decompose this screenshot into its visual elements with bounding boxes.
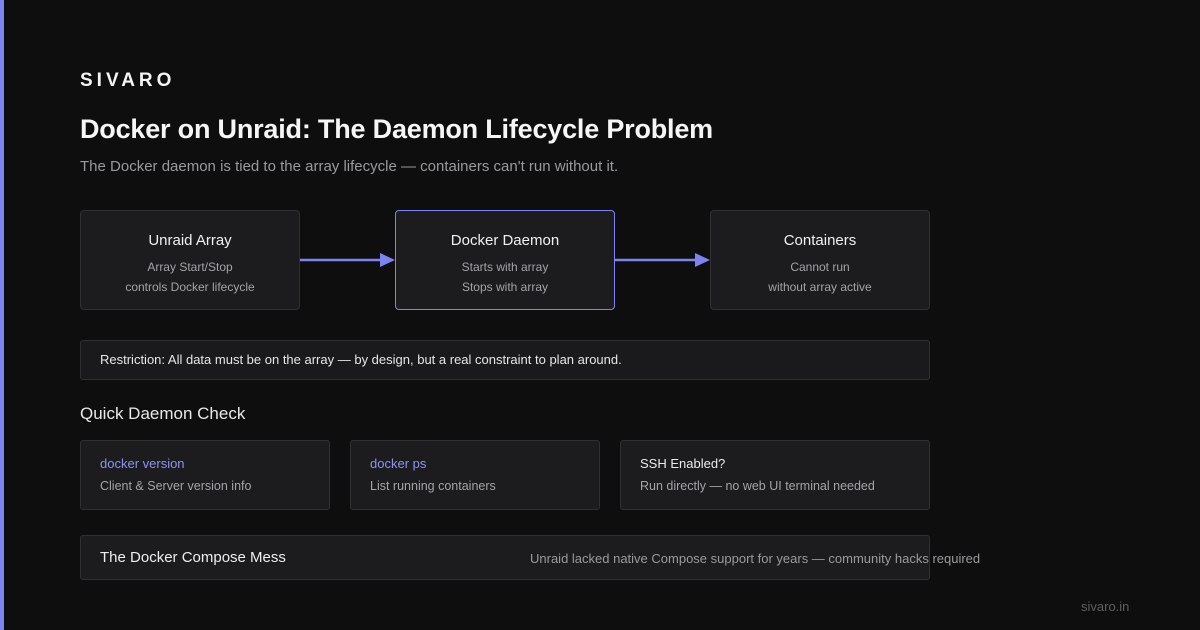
card-description: Run directly — no web UI terminal needed — [640, 479, 875, 493]
node-desc-line: Cannot run — [790, 260, 850, 274]
node-desc-line: Array Start/Stop — [147, 260, 233, 274]
node-description: Array Start/Stop controls Docker lifecyc… — [81, 257, 299, 297]
node-title: Containers — [783, 232, 857, 249]
card-heading: SSH Enabled? — [640, 456, 726, 471]
brand-logo: SIVARO — [80, 70, 176, 91]
command-text: docker version — [100, 456, 185, 471]
flow-node-unraid-array: Unraid Array Array Start/Stop controls D… — [80, 210, 300, 310]
check-card-docker-ps: docker ps List running containers — [350, 440, 600, 510]
node-desc-line: Stops with array — [461, 280, 549, 294]
node-desc-line: Starts with array — [461, 260, 549, 274]
compose-title: The Docker Compose Mess — [100, 549, 286, 566]
node-title: Unraid Array — [148, 232, 232, 249]
flow-arrow-array-to-daemon — [300, 253, 395, 267]
card-description: Client & Server version info — [100, 479, 252, 493]
section-title-daemon-check: Quick Daemon Check — [80, 404, 246, 423]
restriction-callout: Restriction: All data must be on the arr… — [80, 340, 930, 380]
check-card-ssh: SSH Enabled? Run directly — no web UI te… — [620, 440, 930, 510]
flow-node-containers: Containers Cannot run without array acti… — [710, 210, 930, 310]
card-description: List running containers — [370, 479, 496, 493]
page-subtitle: The Docker daemon is tied to the array l… — [80, 158, 619, 175]
page-title: Docker on Unraid: The Daemon Lifecycle P… — [80, 114, 713, 144]
node-desc-line: controls Docker lifecycle — [125, 280, 255, 294]
node-title: Docker Daemon — [450, 232, 560, 249]
flow-node-docker-daemon: Docker Daemon Starts with array Stops wi… — [395, 210, 615, 310]
node-description: Cannot run without array active — [711, 257, 929, 297]
flow-arrow-daemon-to-containers — [615, 253, 710, 267]
command-text: docker ps — [370, 456, 427, 471]
left-accent-bar — [0, 0, 4, 630]
node-description: Starts with array Stops with array — [396, 257, 614, 297]
check-card-docker-version: docker version Client & Server version i… — [80, 440, 330, 510]
compose-note: Unraid lacked native Compose support for… — [530, 551, 981, 566]
node-desc-line: without array active — [768, 280, 872, 294]
compose-banner: The Docker Compose Mess Unraid lacked na… — [80, 535, 980, 580]
footer-url: sivaro.in — [1081, 599, 1130, 614]
